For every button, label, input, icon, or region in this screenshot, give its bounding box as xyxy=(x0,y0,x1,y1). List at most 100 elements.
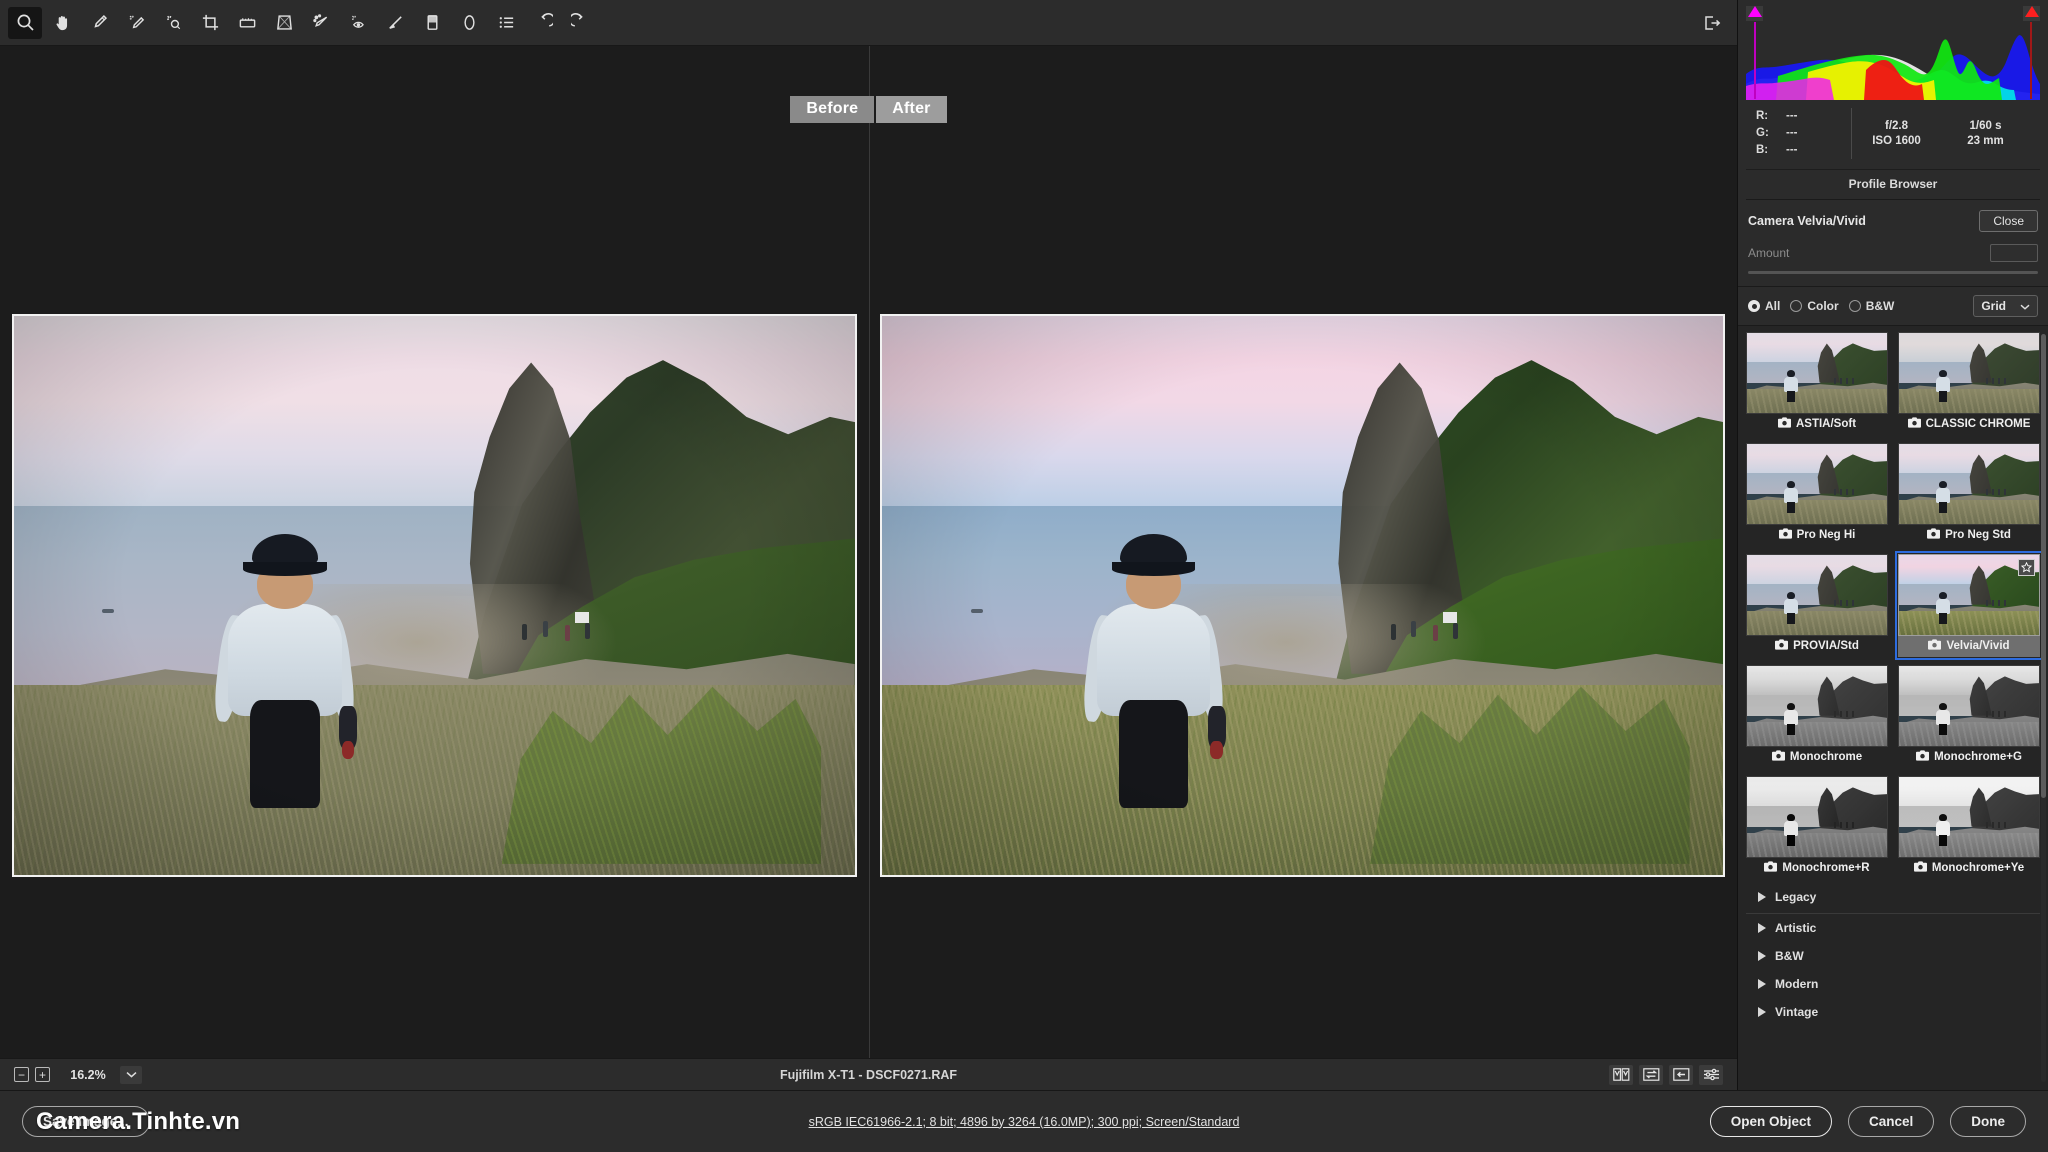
camera-icon xyxy=(1775,639,1789,653)
view-mode-select[interactable]: Grid xyxy=(1973,295,2038,317)
profile-group-legacy[interactable]: Legacy xyxy=(1746,883,2040,911)
group-label: Legacy xyxy=(1775,890,1817,904)
background-people xyxy=(1387,607,1488,674)
amount-slider[interactable] xyxy=(1748,271,2038,274)
after-tab[interactable]: After xyxy=(876,96,947,123)
profile-pro-neg-std[interactable]: Pro Neg Std xyxy=(1898,443,2040,546)
profile-label: Monochrome+Ye xyxy=(1931,862,2025,874)
bottom-actions: Open Object Cancel Done xyxy=(1709,1106,2026,1137)
exif-aperture: f/2.8 xyxy=(1884,120,1908,132)
red-eye-tool[interactable] xyxy=(341,7,375,39)
targeted-adjustment-tool[interactable] xyxy=(156,7,190,39)
profile-provia-std[interactable]: PROVIA/Std xyxy=(1746,554,1888,657)
profile-groups: Legacy Artistic B&W Modern Vintage xyxy=(1746,879,2040,1026)
profile-grid-scroll[interactable]: ASTIA/Soft CLASSIC CHROME Pro Neg Hi Pro… xyxy=(1738,326,2048,1090)
zoom-tool[interactable] xyxy=(8,6,42,39)
profile-group-vintage[interactable]: Vintage xyxy=(1746,998,2040,1026)
profile-label: CLASSIC CHROME xyxy=(1925,418,2031,430)
profile-label: ASTIA/Soft xyxy=(1795,418,1857,430)
presets-tool[interactable] xyxy=(489,7,523,39)
group-label: Artistic xyxy=(1775,921,1817,935)
shadow-clipping-warning[interactable] xyxy=(1746,6,1763,21)
preview-canvas[interactable]: Before After xyxy=(0,46,1737,1058)
close-button[interactable]: Close xyxy=(1979,210,2038,232)
highlight-clip-line xyxy=(2030,22,2032,99)
zoom-out-button[interactable]: − xyxy=(14,1067,29,1082)
group-label: B&W xyxy=(1775,949,1804,963)
color-sampler-tool[interactable] xyxy=(119,7,153,39)
after-image[interactable] xyxy=(880,314,1726,877)
background-people xyxy=(518,607,619,674)
profile-monochrome-g[interactable]: Monochrome+G xyxy=(1898,665,2040,768)
hand-tool[interactable] xyxy=(45,7,79,39)
child-subject xyxy=(1080,534,1227,808)
straighten-tool[interactable] xyxy=(230,7,264,39)
radial-filter-tool[interactable] xyxy=(452,7,486,39)
filter-radio-all[interactable]: All xyxy=(1748,299,1780,313)
profile-group-artistic[interactable]: Artistic xyxy=(1746,913,2040,942)
view-mode-buttons xyxy=(1609,1064,1723,1085)
profile-label: Monochrome+R xyxy=(1782,862,1870,874)
rgb-readout: R: --- G: --- B: --- xyxy=(1756,108,1852,159)
white-balance-tool[interactable] xyxy=(82,7,116,39)
right-panel: R: --- G: --- B: --- f/2.8 1/60 s ISO 1600 … xyxy=(1738,0,2048,1090)
filter-radio-bw[interactable]: B&W xyxy=(1848,299,1894,313)
highlight-clipping-warning[interactable] xyxy=(2023,6,2040,21)
before-after-left-right-icon[interactable] xyxy=(1609,1064,1633,1085)
chevron-right-icon xyxy=(1758,951,1766,961)
preview-preferences-icon[interactable] xyxy=(1699,1064,1723,1085)
exif-focal-length: 23 mm xyxy=(1967,135,2004,147)
favorite-star-icon[interactable] xyxy=(2018,559,2035,576)
undo-tool[interactable] xyxy=(526,7,560,39)
profile-group-bw[interactable]: B&W xyxy=(1746,942,2040,970)
toolbar xyxy=(0,0,1737,46)
profile-group-modern[interactable]: Modern xyxy=(1746,970,2040,998)
done-button[interactable]: Done xyxy=(1950,1106,2026,1137)
spot-removal-tool[interactable] xyxy=(304,7,338,39)
profile-astia-soft[interactable]: ASTIA/Soft xyxy=(1746,332,1888,435)
transform-tool[interactable] xyxy=(267,7,301,39)
filter-radio-color[interactable]: Color xyxy=(1790,299,1839,313)
zoom-dropdown-chevron-down-icon[interactable] xyxy=(120,1065,142,1084)
graduated-filter-tool[interactable] xyxy=(415,7,449,39)
profile-monochrome-ye[interactable]: Monochrome+Ye xyxy=(1898,776,2040,879)
amount-label: Amount xyxy=(1748,246,1790,260)
profile-monochrome[interactable]: Monochrome xyxy=(1746,665,1888,768)
boat xyxy=(102,609,115,614)
clipping-warnings-row xyxy=(1746,6,2040,22)
file-info-label: Fujifilm X-T1 - DSCF0271.RAF xyxy=(779,1067,958,1082)
rgb-b-value: --- xyxy=(1786,144,1798,156)
profile-monochrome-r[interactable]: Monochrome+R xyxy=(1746,776,1888,879)
save-image-button[interactable]: Save Image... xyxy=(22,1106,150,1137)
profile-header: Camera Velvia/Vivid Close Amount xyxy=(1738,200,2048,287)
histogram-graph xyxy=(1746,22,2040,100)
camera-icon xyxy=(1771,750,1785,764)
profile-filter-row: All Color B&W Grid xyxy=(1738,287,2048,326)
rgb-r-label: R: xyxy=(1756,110,1769,122)
filter-all-label: All xyxy=(1765,299,1781,313)
profile-velvia-vivid[interactable]: Velvia/Vivid xyxy=(1895,551,2043,660)
copy-current-to-before-icon[interactable] xyxy=(1669,1064,1693,1085)
chevron-right-icon xyxy=(1758,979,1766,989)
view-mode-value: Grid xyxy=(1981,299,2006,313)
cancel-button[interactable]: Cancel xyxy=(1847,1106,1935,1137)
profile-classic-chrome[interactable]: CLASSIC CHROME xyxy=(1898,332,2040,435)
profile-label: Monochrome+G xyxy=(1934,751,2022,763)
open-object-button[interactable]: Open Object xyxy=(1709,1106,1832,1137)
status-bar: − + 16.2% Fujifilm X-T1 - DSCF0271.RAF xyxy=(0,1058,1737,1090)
before-image[interactable] xyxy=(11,314,857,877)
amount-input[interactable] xyxy=(1990,244,2038,262)
rgb-g-value: --- xyxy=(1786,127,1798,139)
filmstrip-toggle-icon[interactable] xyxy=(1695,7,1729,39)
zoom-in-button[interactable]: + xyxy=(35,1067,50,1082)
adjustment-brush-tool[interactable] xyxy=(378,7,412,39)
profile-pro-neg-hi[interactable]: Pro Neg Hi xyxy=(1746,443,1888,546)
swap-before-after-icon[interactable] xyxy=(1639,1064,1663,1085)
profile-panel-scrollbar[interactable] xyxy=(2041,334,2046,1082)
zoom-level-value: 16.2% xyxy=(70,1067,106,1082)
crop-tool[interactable] xyxy=(193,7,227,39)
chevron-right-icon xyxy=(1758,892,1766,902)
redo-tool[interactable] xyxy=(563,7,597,39)
before-tab[interactable]: Before xyxy=(790,96,875,123)
profile-label: PROVIA/Std xyxy=(1793,640,1859,652)
